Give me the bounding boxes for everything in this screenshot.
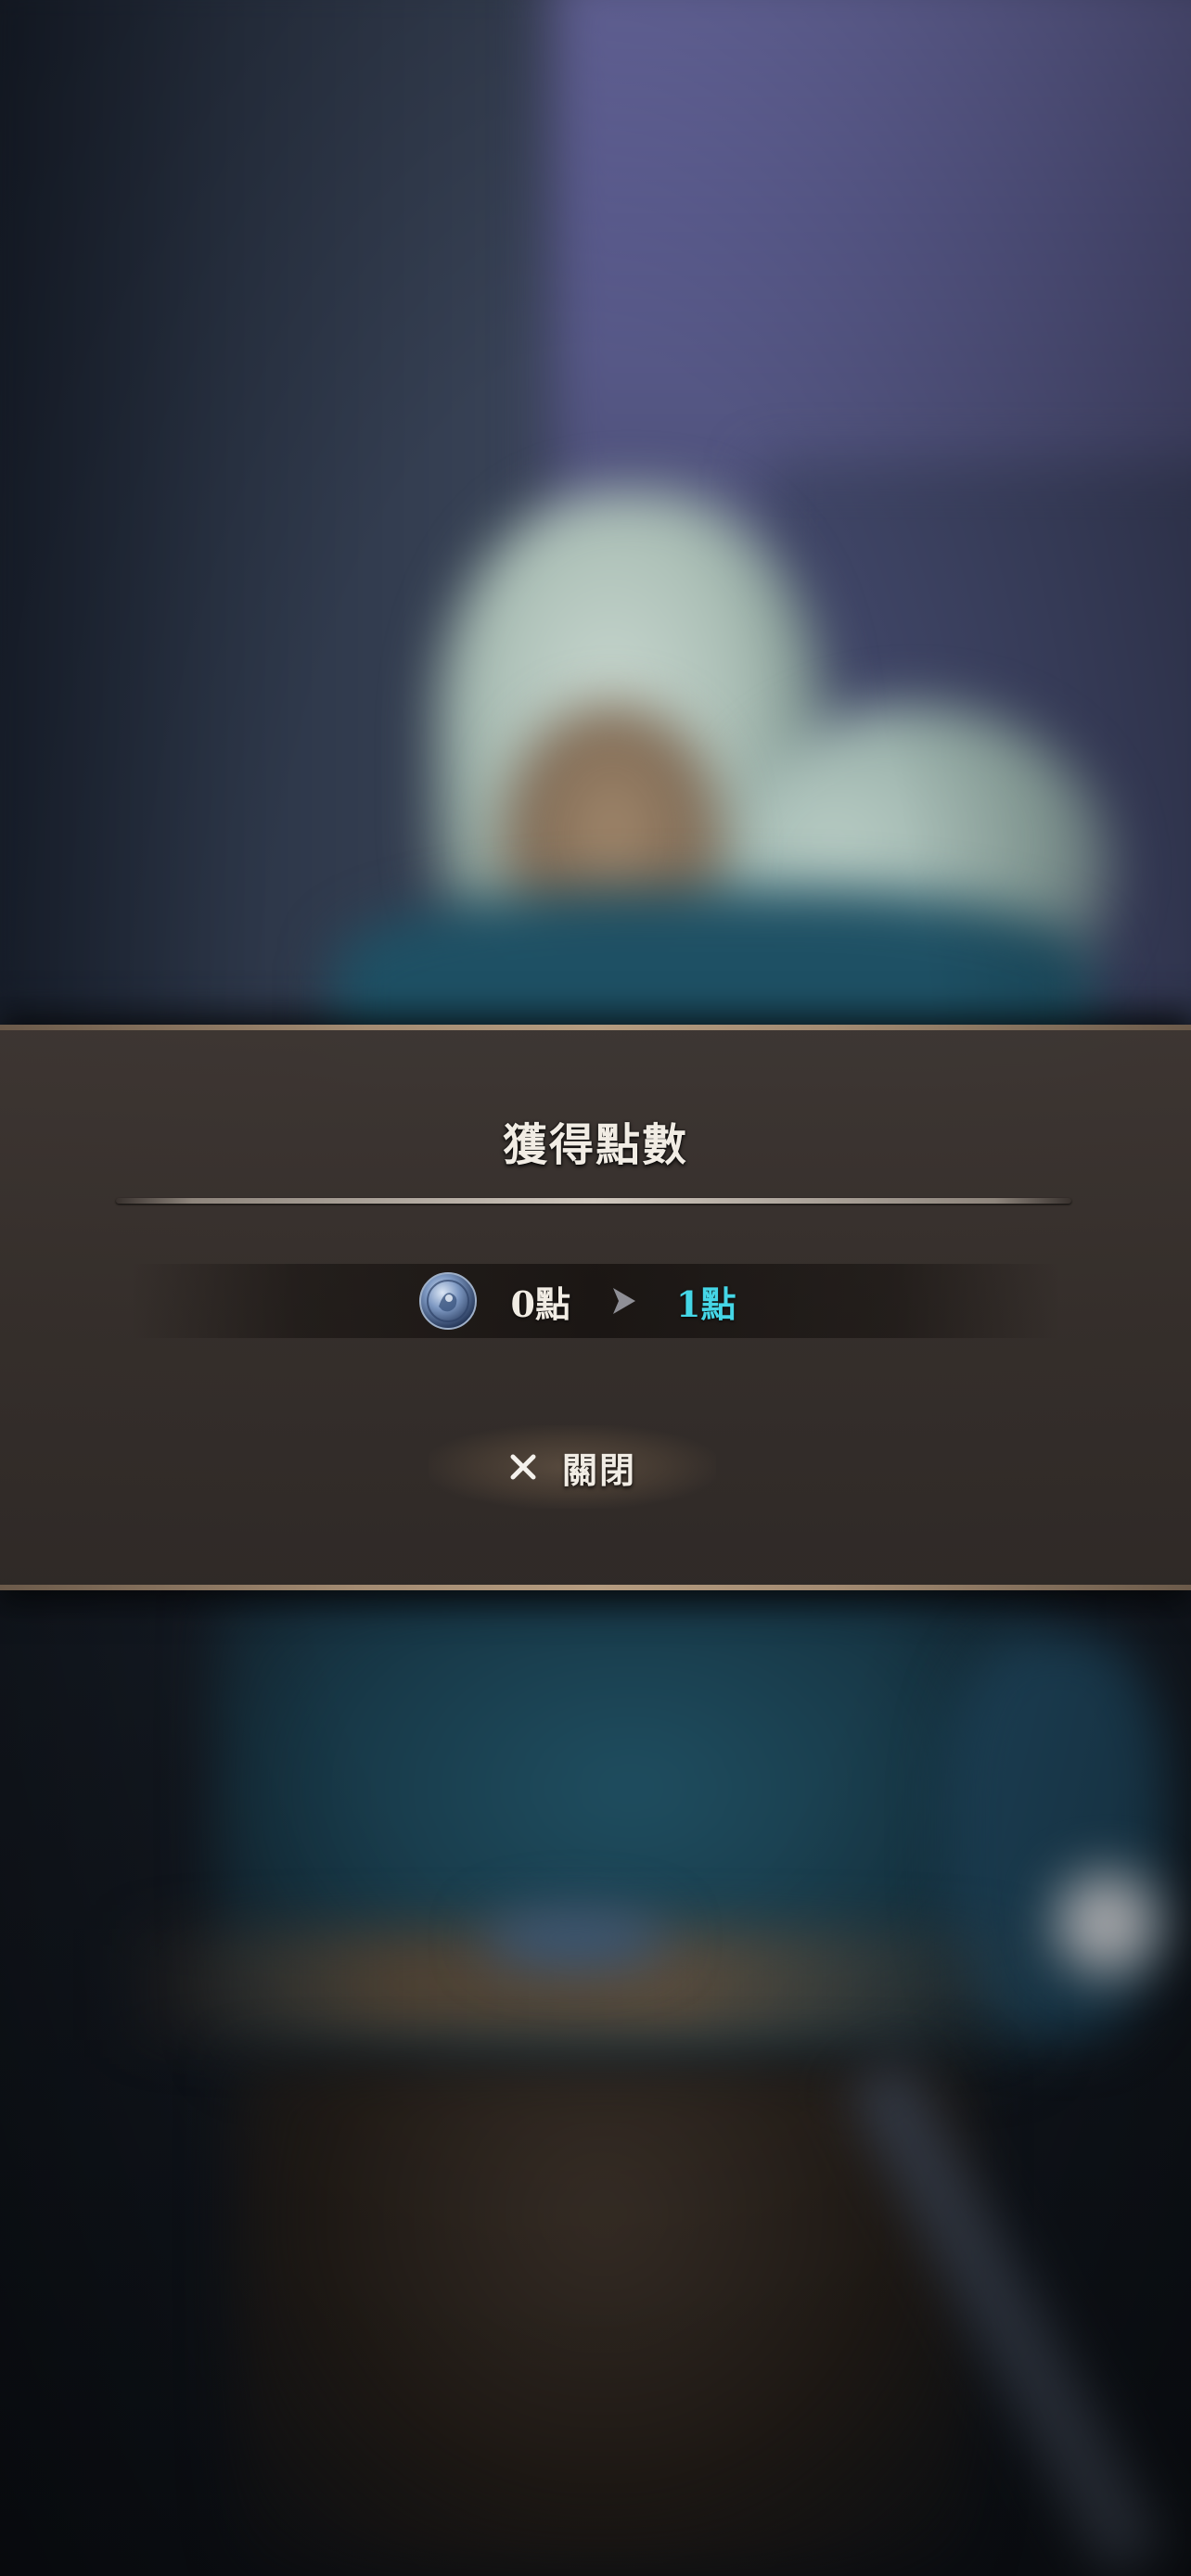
dialog-title: 獲得點數	[502, 1119, 688, 1171]
points-change-row: 0點 1點	[0, 1264, 1191, 1338]
points-old-value: 0點	[510, 1282, 570, 1325]
arrow-right-icon	[613, 1288, 635, 1314]
title-divider	[116, 1198, 1071, 1204]
points-obtained-dialog: 獲得點數 0點 1點 關閉	[0, 1025, 1191, 1590]
points-new-value: 1點	[676, 1282, 736, 1325]
close-icon	[510, 1454, 536, 1480]
dialog-bottom-border	[0, 1585, 1191, 1590]
blue-orb-icon	[418, 1272, 477, 1330]
dialog-top-border	[0, 1025, 1191, 1030]
close-button-label: 關閉	[561, 1448, 636, 1491]
close-button[interactable]: 關閉	[429, 1425, 716, 1509]
